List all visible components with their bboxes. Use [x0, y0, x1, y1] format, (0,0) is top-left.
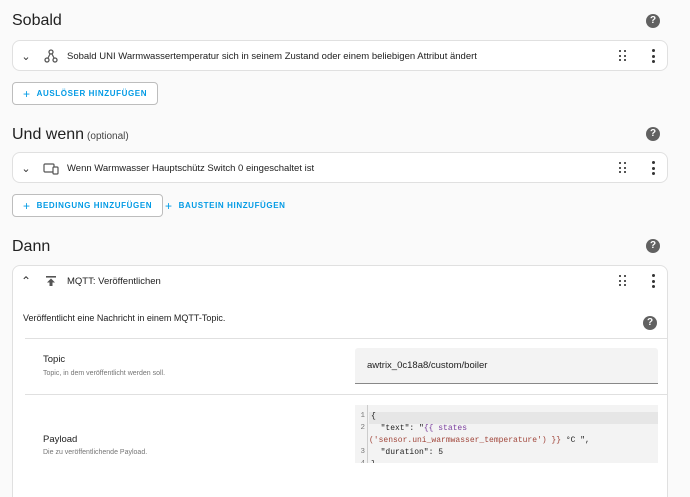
- trigger-description: Sobald UNI Warmwassertemperatur sich in …: [67, 50, 477, 62]
- action-card[interactable]: ⌃ MQTT: Veröffentlichen Veröffentlicht e…: [12, 265, 668, 497]
- plus-icon: +: [23, 86, 31, 101]
- code-line: }: [371, 460, 376, 463]
- dots-vertical-icon[interactable]: [651, 49, 655, 63]
- payload-code-editor[interactable]: 1 2 3 4 { "text": "{{ states ('sensor.un…: [355, 405, 658, 463]
- action-description: Veröffentlicht eine Nachricht in einem M…: [23, 313, 226, 323]
- chevron-down-icon[interactable]: ⌄: [15, 162, 37, 175]
- upload-icon: [39, 273, 63, 289]
- help-icon[interactable]: ?: [643, 316, 657, 330]
- dots-vertical-icon[interactable]: [651, 161, 655, 175]
- add-trigger-button[interactable]: + AUSLÖSER HINZUFÜGEN: [12, 82, 159, 105]
- section-title-condition: Und wenn (optional): [12, 126, 129, 144]
- section-title-action: Dann: [12, 238, 51, 255]
- condition-card[interactable]: ⌄ Wenn Warmwasser Hauptschütz Switch 0 e…: [12, 152, 668, 183]
- code-line: "text": "{{ states: [371, 424, 467, 433]
- plus-icon: +: [23, 198, 31, 213]
- line-number: 2: [360, 424, 365, 432]
- code-line: ('sensor.uni_warmwasser_temperature') }}…: [369, 436, 590, 445]
- add-building-block-button[interactable]: + BAUSTEIN HINZUFÜGEN: [155, 194, 296, 217]
- payload-row: Payload Die zu veröffentlichende Payload…: [25, 394, 667, 497]
- code-token: {{ states: [423, 424, 468, 433]
- payload-label: Payload: [43, 434, 78, 445]
- help-icon[interactable]: ?: [646, 239, 660, 253]
- chevron-up-icon[interactable]: ⌃: [15, 274, 37, 288]
- active-line: [369, 412, 658, 424]
- action-title: MQTT: Veröffentlichen: [67, 275, 161, 287]
- help-icon[interactable]: ?: [646, 14, 660, 28]
- payload-hint: Die zu veröffentlichende Payload.: [43, 449, 148, 456]
- device-icon: [39, 160, 63, 176]
- code-token: ('sensor.uni_warmwasser_temperature') }}: [369, 436, 562, 445]
- code-line: {: [371, 412, 376, 421]
- code-line: "duration": 5: [371, 448, 444, 457]
- line-number: 1: [360, 412, 365, 420]
- trigger-card[interactable]: ⌄ Sobald UNI Warmwassertemperatur sich i…: [12, 40, 668, 71]
- condition-description: Wenn Warmwasser Hauptschütz Switch 0 ein…: [67, 162, 315, 174]
- add-trigger-label: AUSLÖSER HINZUFÜGEN: [36, 89, 148, 98]
- topic-hint: Topic, in dem veröffentlicht werden soll…: [43, 370, 166, 377]
- drag-handle-icon[interactable]: [619, 162, 627, 174]
- help-icon[interactable]: ?: [646, 127, 660, 141]
- dots-vertical-icon[interactable]: [651, 274, 655, 288]
- add-condition-label: BEDINGUNG HINZUFÜGEN: [36, 201, 153, 210]
- add-building-block-label: BAUSTEIN HINZUFÜGEN: [178, 201, 286, 210]
- chevron-down-icon[interactable]: ⌄: [15, 50, 37, 63]
- topic-label: Topic: [43, 354, 66, 365]
- topic-input[interactable]: awtrix_0c18a8/custom/boiler: [355, 348, 658, 384]
- section-title-trigger: Sobald: [12, 12, 62, 29]
- plus-icon: +: [165, 198, 173, 213]
- line-number: 4: [357, 460, 365, 463]
- topic-row: Topic Topic, in dem veröffentlicht werde…: [25, 338, 667, 394]
- add-condition-button[interactable]: + BEDINGUNG HINZUFÜGEN: [12, 194, 164, 217]
- code-token: °C ",: [561, 436, 590, 445]
- drag-handle-icon[interactable]: [619, 275, 627, 287]
- code-token: "text": ": [371, 424, 424, 433]
- condition-title-suffix: (optional): [87, 131, 129, 142]
- line-number: 3: [360, 448, 365, 456]
- drag-handle-icon[interactable]: [619, 50, 627, 62]
- state-change-icon: [39, 48, 63, 64]
- condition-title-text: Und wenn: [12, 126, 85, 143]
